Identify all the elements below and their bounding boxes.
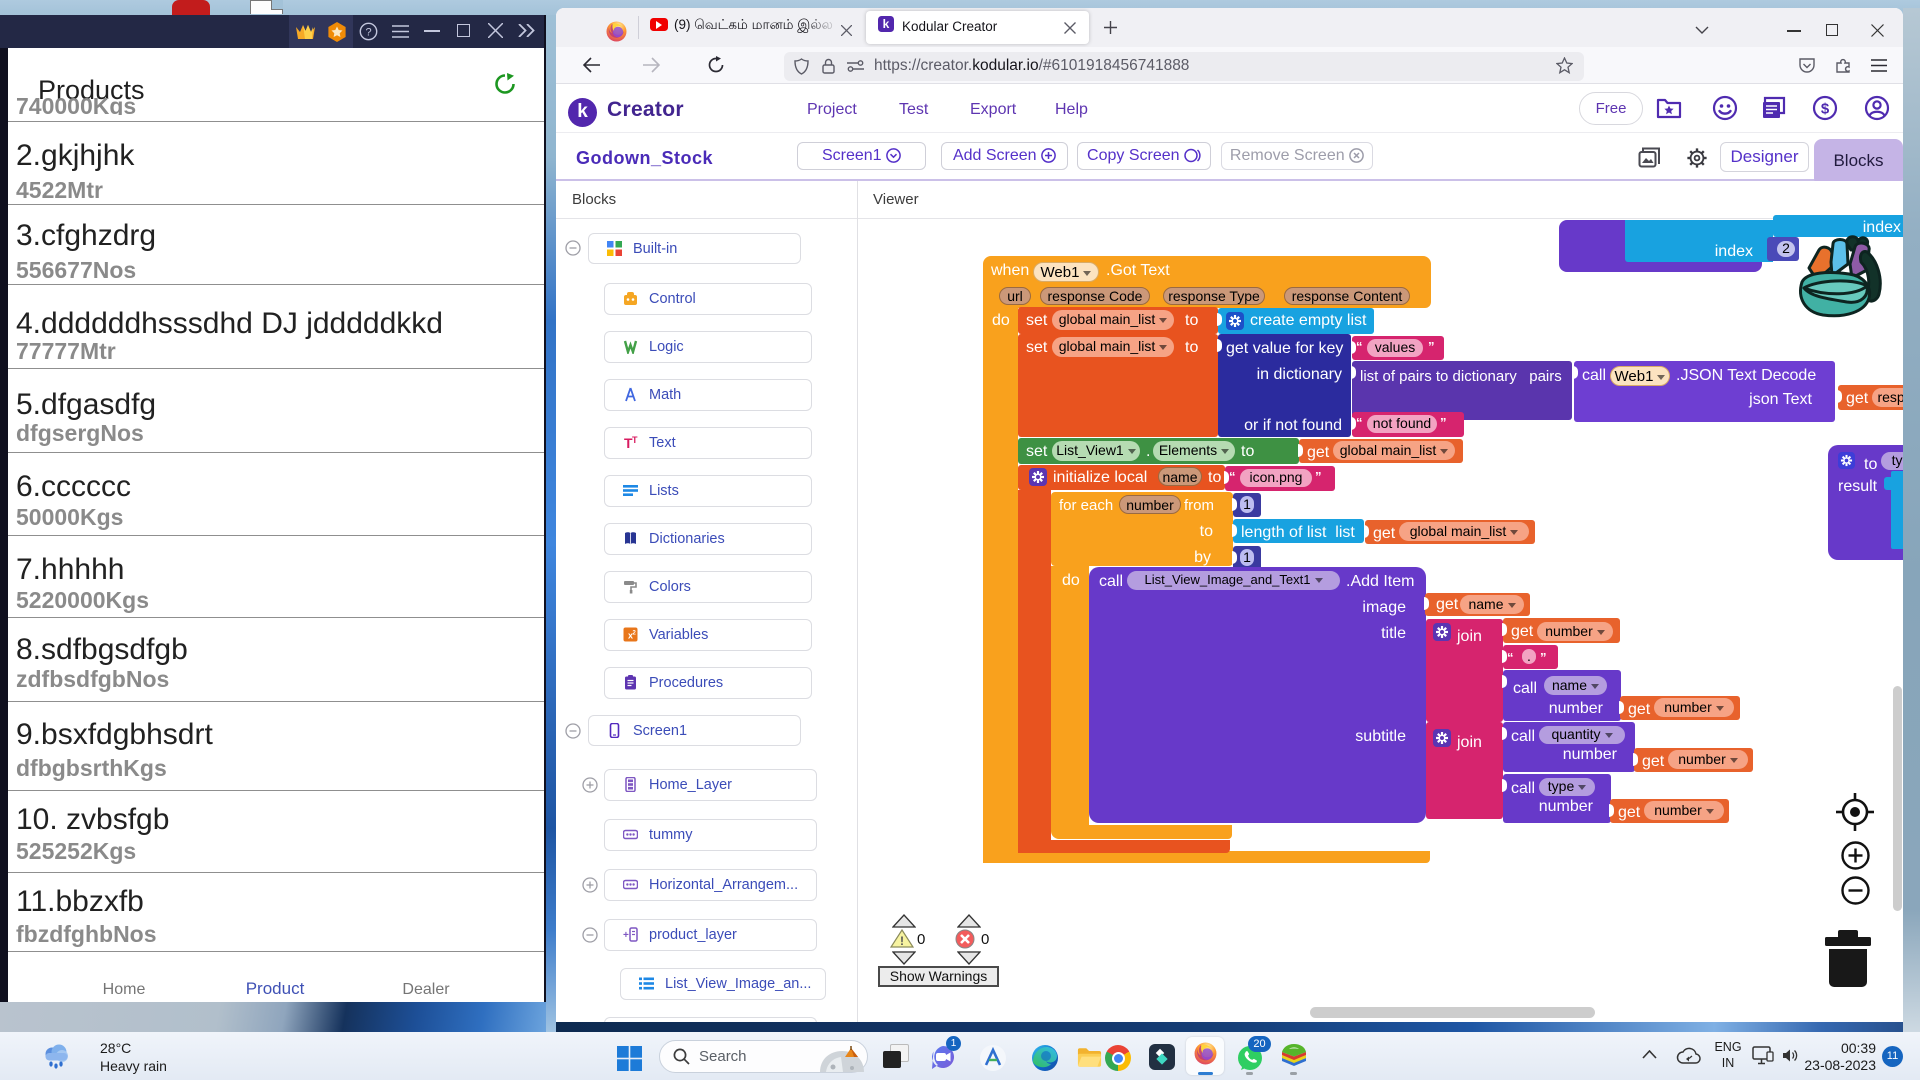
svg-text:+: + (623, 930, 629, 941)
svg-text:$: $ (1821, 101, 1830, 118)
svg-text:!: ! (900, 934, 904, 948)
svg-text:?: ? (365, 26, 371, 38)
svg-text:T: T (632, 435, 638, 445)
